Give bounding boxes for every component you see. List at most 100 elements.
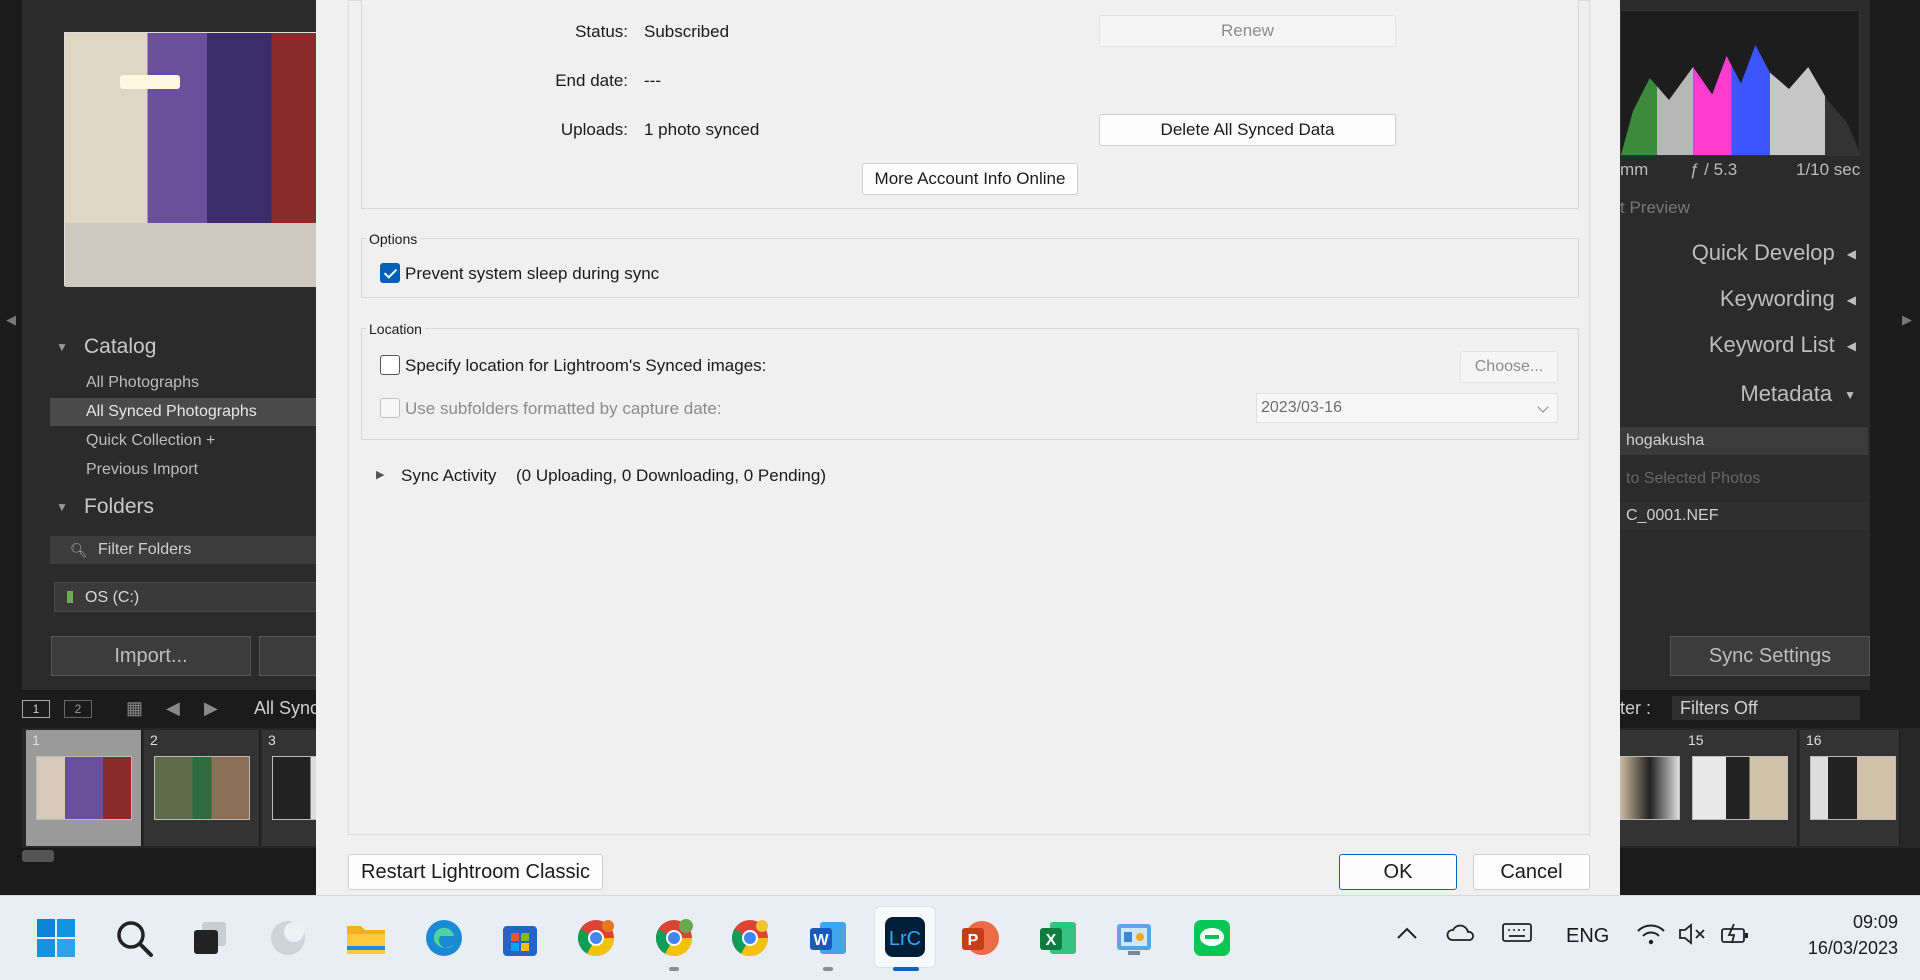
start-icon[interactable]	[34, 916, 78, 960]
search-icon: 🔍︎	[70, 542, 88, 558]
export-button-partial[interactable]	[259, 636, 319, 676]
filmstrip-cell[interactable]: 15	[1682, 730, 1798, 846]
edge-icon[interactable]	[422, 916, 466, 960]
widgets-icon[interactable]	[266, 916, 310, 960]
left-panel-collapse-icon[interactable]: ◀	[6, 312, 16, 328]
ok-button[interactable]: OK	[1339, 854, 1457, 890]
sync-activity-label[interactable]: Sync Activity	[401, 466, 496, 486]
more-account-info-button[interactable]: More Account Info Online	[862, 163, 1078, 195]
folders-heading[interactable]: Folders	[84, 495, 154, 519]
prevent-sleep-label[interactable]: Prevent system sleep during sync	[405, 264, 659, 284]
metadata-filename[interactable]: C_0001.NEF	[1620, 502, 1868, 530]
thumbnail[interactable]	[1620, 756, 1680, 820]
primary-window-button[interactable]: 1	[22, 700, 50, 718]
subfolders-label[interactable]: Use subfolders formatted by capture date…	[405, 399, 722, 419]
cell-number: 2	[150, 732, 158, 748]
metadata-target-toggle[interactable]: to Selected Photos	[1620, 465, 1868, 493]
thumbnail[interactable]	[36, 756, 132, 820]
catalog-heading[interactable]: Catalog	[84, 335, 156, 359]
catalog-item-all-synced[interactable]: All Synced Photographs	[50, 398, 330, 426]
collapse-left-icon: ◀	[1846, 339, 1856, 354]
filmstrip-cell[interactable]	[1620, 730, 1690, 846]
filter-folders-input[interactable]: 🔍︎ Filter Folders	[50, 536, 330, 564]
chevron-up-icon[interactable]	[1396, 924, 1418, 947]
prevent-sleep-checkbox[interactable]	[380, 263, 400, 283]
wifi-icon[interactable]	[1636, 922, 1666, 952]
cancel-button[interactable]: Cancel	[1473, 854, 1590, 890]
catalog-item-all-photographs[interactable]: All Photographs	[50, 369, 330, 397]
exif-focal: mm	[1620, 160, 1649, 179]
filmstrip-cell[interactable]: 1	[26, 730, 142, 846]
volume-os-c[interactable]: OS (C:)	[54, 582, 330, 612]
system-clock[interactable]: 09:09 16/03/2023	[1808, 909, 1898, 961]
clock-time: 09:09	[1852, 912, 1898, 932]
cell-number: 15	[1688, 732, 1704, 748]
line-icon[interactable]	[1190, 916, 1234, 960]
specify-location-checkbox[interactable]	[380, 355, 400, 375]
chevron-down-icon	[1537, 401, 1549, 413]
date-format-select[interactable]: 2023/03-16	[1256, 393, 1558, 423]
catalog-collapse-icon[interactable]: ▼	[56, 340, 68, 354]
panel-keywording-label: Keywording	[1719, 286, 1835, 311]
sync-settings-button[interactable]: Sync Settings	[1670, 636, 1870, 676]
filmstrip-source[interactable]: All Sync	[254, 698, 319, 719]
word-icon[interactable]: W	[806, 916, 850, 960]
restart-lightroom-button[interactable]: Restart Lightroom Classic	[348, 854, 603, 890]
volume-muted-icon[interactable]	[1678, 922, 1708, 952]
microsoft-store-icon[interactable]	[498, 916, 542, 960]
onedrive-icon[interactable]	[1446, 924, 1476, 948]
end-date-label: End date:	[555, 71, 628, 90]
battery-charging-icon[interactable]	[1720, 922, 1750, 952]
catalog-item-quick-collection[interactable]: Quick Collection +	[50, 427, 330, 455]
search-icon[interactable]	[112, 916, 156, 960]
panel-keyword-list-label: Keyword List	[1708, 332, 1835, 357]
task-view-icon[interactable]	[188, 916, 232, 960]
thumbnail[interactable]	[1692, 756, 1788, 820]
subfolders-checkbox[interactable]	[380, 398, 400, 418]
right-panel-collapse-icon[interactable]: ▶	[1902, 312, 1912, 328]
choose-button[interactable]: Choose...	[1460, 351, 1558, 383]
panel-metadata[interactable]: Metadata ▼	[1740, 381, 1856, 407]
histogram-curve	[1621, 45, 1859, 155]
keyboard-icon[interactable]	[1502, 922, 1532, 950]
delete-all-synced-data-button[interactable]: Delete All Synced Data	[1099, 114, 1396, 146]
specify-location-label[interactable]: Specify location for Lightroom's Synced …	[405, 356, 766, 376]
back-arrow-icon[interactable]: ◀	[166, 698, 180, 719]
location-legend: Location	[366, 321, 425, 337]
panel-keywording[interactable]: Keywording ◀	[1720, 286, 1856, 312]
thumbnail[interactable]	[1810, 756, 1896, 820]
grid-view-icon[interactable]: ▦	[126, 698, 143, 719]
table-shape	[65, 223, 325, 287]
language-indicator[interactable]: ENG	[1566, 925, 1609, 948]
catalog-item-previous-import[interactable]: Previous Import	[50, 456, 330, 484]
filmstrip-cell[interactable]: 16	[1800, 730, 1900, 846]
filmstrip-scrollbar[interactable]	[22, 850, 54, 862]
chrome-profile-2-icon[interactable]	[728, 916, 772, 960]
collapse-left-icon: ◀	[1846, 293, 1856, 308]
running-indicator	[669, 967, 679, 971]
import-button[interactable]: Import...	[51, 636, 251, 676]
excel-icon[interactable]: X	[1036, 916, 1080, 960]
location-group	[361, 328, 1579, 440]
expand-triangle-icon[interactable]: ▶	[376, 468, 384, 481]
powerpoint-icon[interactable]: P	[958, 916, 1002, 960]
filter-select[interactable]: Filters Off	[1672, 696, 1860, 720]
secondary-window-button[interactable]: 2	[64, 700, 92, 718]
renew-button[interactable]: Renew	[1099, 15, 1396, 47]
sync-preferences-dialog: Status: Subscribed Renew End date: --- U…	[316, 0, 1620, 895]
thumbnail[interactable]	[154, 756, 250, 820]
status-value: Subscribed	[644, 22, 730, 41]
chrome-profile-icon[interactable]	[652, 916, 696, 960]
control-panel-icon[interactable]	[1112, 916, 1156, 960]
panel-keyword-list[interactable]: Keyword List ◀	[1709, 332, 1856, 358]
chrome-icon[interactable]	[574, 916, 618, 960]
uploads-value: 1 photo synced	[644, 120, 760, 139]
lightroom-classic-icon[interactable]: LrC	[874, 906, 936, 968]
folders-collapse-icon[interactable]: ▼	[56, 500, 68, 514]
forward-arrow-icon[interactable]: ▶	[204, 698, 218, 719]
filmstrip-cell[interactable]: 2	[144, 730, 260, 846]
file-explorer-icon[interactable]	[344, 916, 388, 960]
metadata-preset-select[interactable]: hogakusha	[1620, 427, 1868, 455]
filter-label: ter :	[1620, 698, 1652, 718]
panel-quick-develop[interactable]: Quick Develop ◀	[1692, 240, 1856, 266]
